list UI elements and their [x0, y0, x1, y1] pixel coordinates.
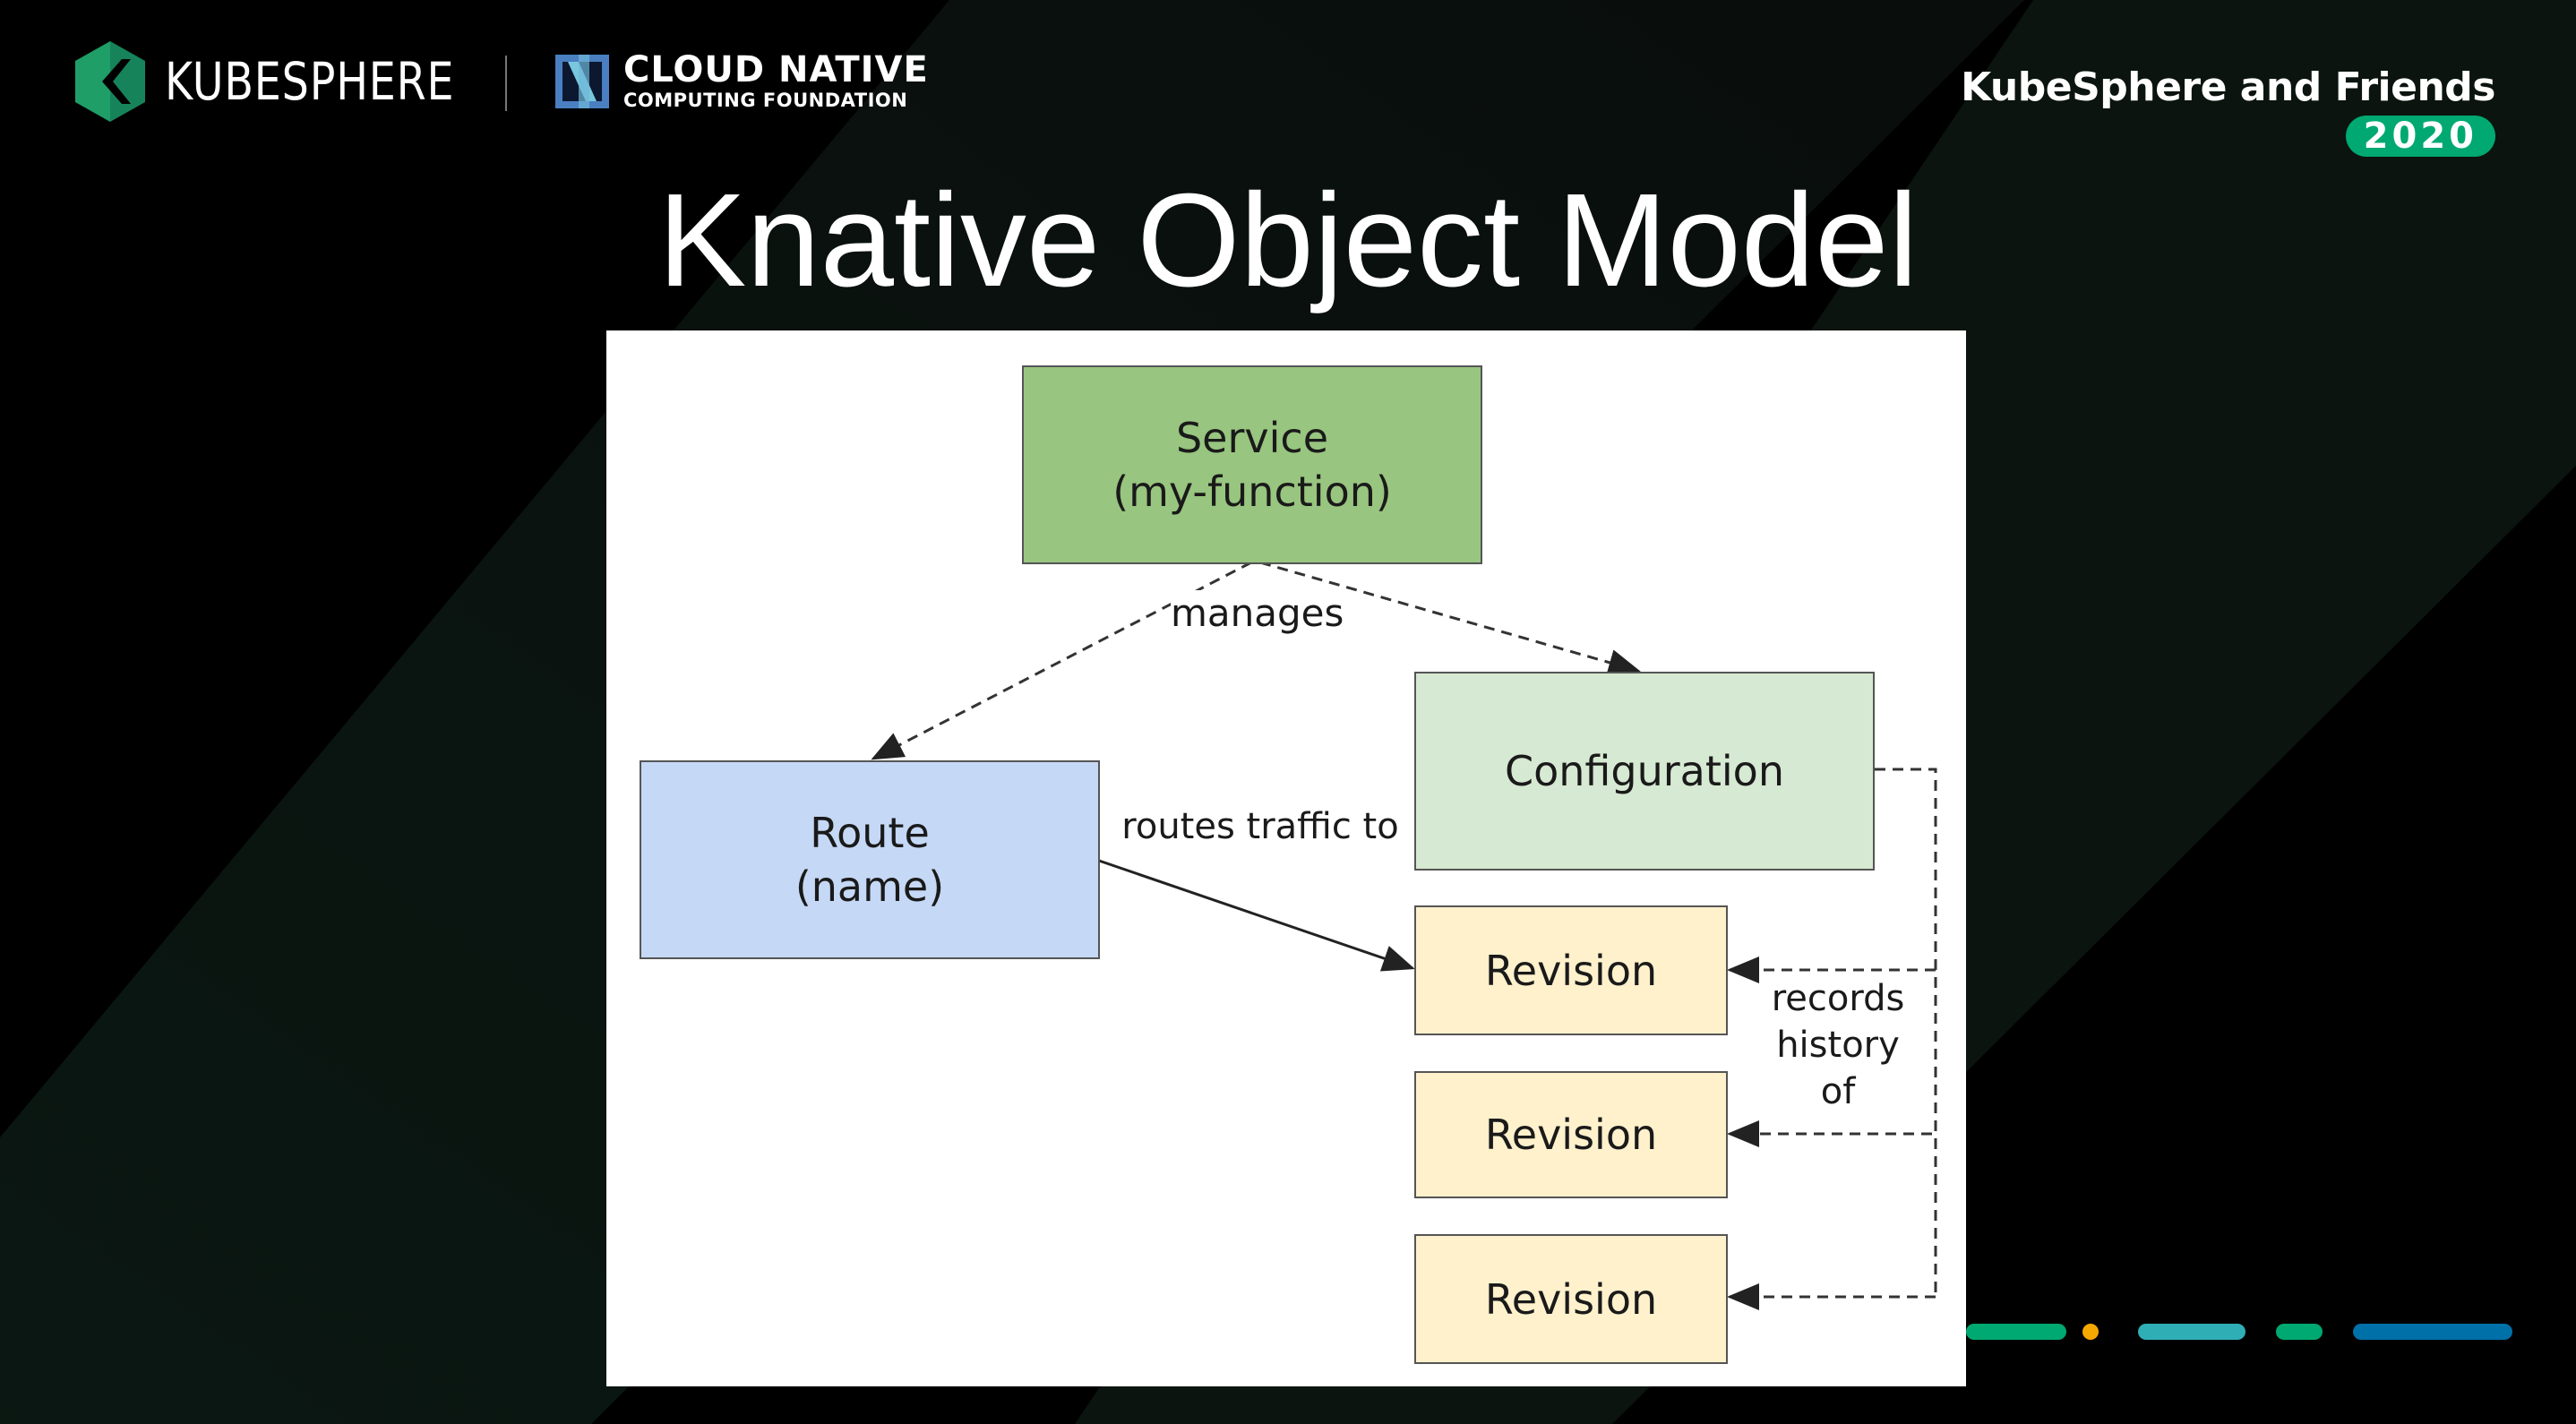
slide-title: Knative Object Model [657, 167, 1919, 314]
edge-label-records-line: records [1771, 978, 1905, 1019]
event-year-badge: 2020 [2345, 116, 2495, 157]
decorative-dot-orange [2082, 1324, 2099, 1340]
kubesphere-logo-text: KUBESPHERE [165, 51, 455, 112]
decorative-bar-green [1966, 1324, 2066, 1340]
node-revision-label: Revision [1484, 946, 1658, 995]
node-route: Route (name) [640, 760, 1100, 959]
cncf-logo-line1: CLOUD NATIVE [623, 49, 929, 90]
logo-divider [505, 56, 507, 111]
node-revision-label: Revision [1484, 1274, 1658, 1324]
node-route-subtitle: (name) [794, 862, 945, 911]
node-route-title: Route [810, 809, 930, 857]
event-branding: KubeSphere and Friends 2020 [1961, 64, 2495, 157]
node-revision-3: Revision [1414, 1234, 1728, 1364]
event-title: KubeSphere and Friends [1961, 64, 2495, 110]
kubesphere-logo: KUBESPHERE [75, 41, 518, 122]
cncf-logo-icon [555, 54, 609, 108]
edge-label-records-line: of [1820, 1071, 1856, 1112]
decorative-bar-green-short [2276, 1324, 2323, 1340]
decorative-bar-teal [2138, 1324, 2245, 1340]
edge-label-routes-traffic-to: routes traffic to [1121, 806, 1399, 847]
decorative-bar-blue [2353, 1324, 2512, 1340]
node-configuration: Configuration [1414, 672, 1875, 871]
node-revision-2: Revision [1414, 1071, 1728, 1198]
node-service-subtitle: (my-function) [1112, 468, 1392, 516]
node-service-title: Service [1175, 414, 1328, 462]
cncf-logo: CLOUD NATIVE COMPUTING FOUNDATION [555, 52, 929, 110]
edge-route-to-revision [1098, 859, 1415, 972]
cncf-logo-line2: COMPUTING FOUNDATION [623, 90, 908, 111]
edge-label-records-line: history [1776, 1025, 1900, 1066]
edge-label-records-history-of: records history of [1762, 975, 1914, 1115]
diagram-panel: Service (my-function) Route (name) Configu… [606, 330, 1966, 1386]
kubesphere-logo-icon [75, 41, 145, 122]
edge-label-manages: manages [1171, 590, 1344, 637]
node-service: Service (my-function) [1022, 365, 1482, 564]
node-revision-label: Revision [1484, 1111, 1658, 1159]
node-revision-1: Revision [1414, 905, 1728, 1035]
node-configuration-title: Configuration [1505, 747, 1784, 795]
